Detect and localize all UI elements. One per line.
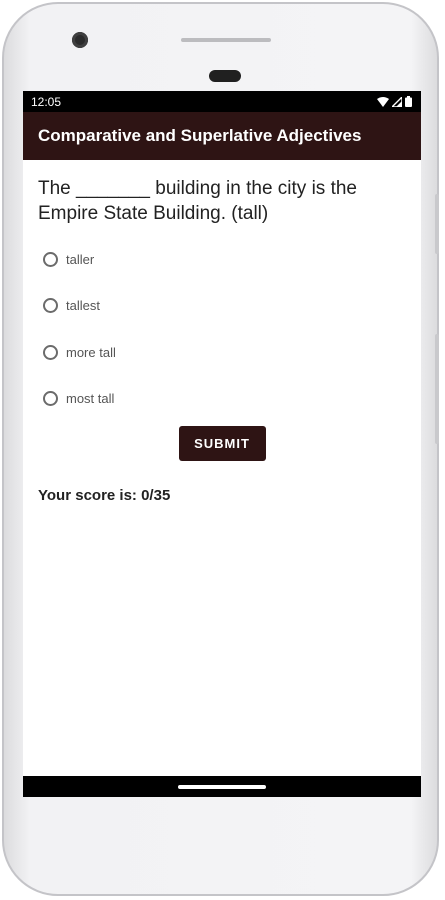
proximity-sensor (209, 70, 241, 82)
option-taller[interactable]: taller (43, 236, 406, 283)
radio-button[interactable] (43, 251, 58, 267)
quiz-content: The _______ building in the city is the … (23, 160, 421, 504)
home-gesture-handle[interactable] (178, 784, 266, 789)
navigation-bar (23, 776, 421, 797)
battery-icon (405, 96, 412, 107)
app-title: Comparative and Superlative Adjectives (38, 126, 362, 145)
volume-button (435, 334, 439, 444)
submit-container: SUBMIT (38, 426, 406, 461)
radio-button[interactable] (43, 298, 58, 314)
screen: 12:05 Comparative and Superlative Adject… (23, 91, 421, 797)
radio-button[interactable] (43, 344, 58, 360)
signal-icon (392, 96, 402, 107)
option-label: taller (66, 251, 95, 267)
submit-button[interactable]: SUBMIT (178, 426, 266, 461)
option-tallest[interactable]: tallest (43, 283, 406, 330)
earpiece-speaker (181, 38, 271, 42)
power-button (435, 194, 439, 254)
option-label: more tall (66, 344, 116, 360)
answer-options: taller tallest more tall most tall (43, 236, 406, 422)
option-more-tall[interactable]: more tall (43, 329, 406, 376)
option-label: tallest (66, 298, 100, 314)
status-bar: 12:05 (23, 91, 421, 112)
wifi-icon (377, 96, 389, 107)
front-camera (72, 32, 88, 48)
score-text: Your score is: 0/35 (38, 487, 171, 504)
option-label: most tall (66, 391, 115, 407)
app-bar: Comparative and Superlative Adjectives (23, 112, 421, 160)
status-icons (377, 96, 412, 107)
question-text: The _______ building in the city is the … (38, 178, 357, 224)
radio-button[interactable] (43, 391, 58, 407)
status-time: 12:05 (31, 94, 62, 109)
option-most-tall[interactable]: most tall (43, 376, 406, 423)
